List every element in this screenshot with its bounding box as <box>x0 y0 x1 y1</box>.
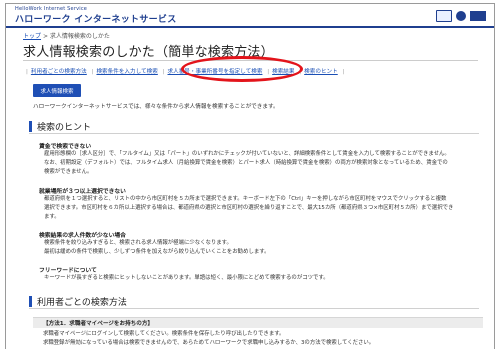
browser-frame: HelloWork Internet Service ハローワーク インターネッ… <box>5 3 495 349</box>
hint-body: 雇用形態欄の［求人区分］で、「フルタイム」又は「パート」のいずれかにチェックが付… <box>44 151 450 175</box>
hint-title: 就業場所が３つ以上選択できない <box>39 189 126 195</box>
breadcrumb: トップ > 求人情報検索のしかた <box>23 31 110 40</box>
site-header: HelloWork Internet Service ハローワーク インターネッ… <box>6 4 494 26</box>
accessibility-icon[interactable] <box>456 11 466 21</box>
hints-section-heading: 検索のヒント <box>29 119 479 134</box>
site-logo[interactable]: ハローワーク インターネットサービス <box>15 12 177 25</box>
hint-body: 都道府県を１つ選択すると、リストの中から市区町村を５カ所まで選択できます。キーボ… <box>44 196 454 220</box>
breadcrumb-separator: > <box>42 33 48 40</box>
method-box-title: 【方法1．求職者マイページをお持ちの方】 <box>33 317 483 328</box>
hints-heading-text: 検索のヒント <box>37 122 92 133</box>
header-icons <box>436 10 486 22</box>
job-search-button[interactable]: 求人情報検索 <box>33 84 81 97</box>
hint-body: 検索条件を絞り込みすぎると、検索される求人情報が極端に少なくなります。 最初は緩… <box>44 240 270 255</box>
job-search-button-label: 求人情報検索 <box>40 88 74 95</box>
breadcrumb-home-link[interactable]: トップ <box>23 33 41 40</box>
method-box-body: 求職者マイページにログインして検索してください。検索条件を保存したり呼び出したり… <box>43 331 375 346</box>
language-icon[interactable] <box>436 10 452 22</box>
nav-link-by-condition[interactable]: 検索条件を入力して検索 <box>96 69 157 75</box>
hint-title: 検索結果の求人件数が少ない場合 <box>39 233 126 239</box>
nav-link-by-user[interactable]: 利用者ごとの検索方法 <box>31 69 87 75</box>
ministry-logo-icon <box>470 11 486 21</box>
intro-description: ハローワークインターネットサービスでは、様々な条件から求人情報を検索することがで… <box>33 104 279 110</box>
breadcrumb-current: 求人情報検索のしかた <box>49 33 110 40</box>
users-heading-text: 利用者ごとの検索方法 <box>37 297 127 308</box>
hint-title: フリーワードについて <box>39 268 97 274</box>
users-section-heading: 利用者ごとの検索方法 <box>29 294 479 309</box>
red-circle-annotation <box>181 56 303 82</box>
hint-body: キーワードが長すぎると検索にヒットしないことがあります。単語は短く、最小限にとど… <box>44 275 329 281</box>
nav-link-hints[interactable]: 検索のヒント <box>304 69 338 75</box>
header-rule <box>6 26 494 28</box>
hint-title: 賃金で検索できない <box>39 144 92 150</box>
